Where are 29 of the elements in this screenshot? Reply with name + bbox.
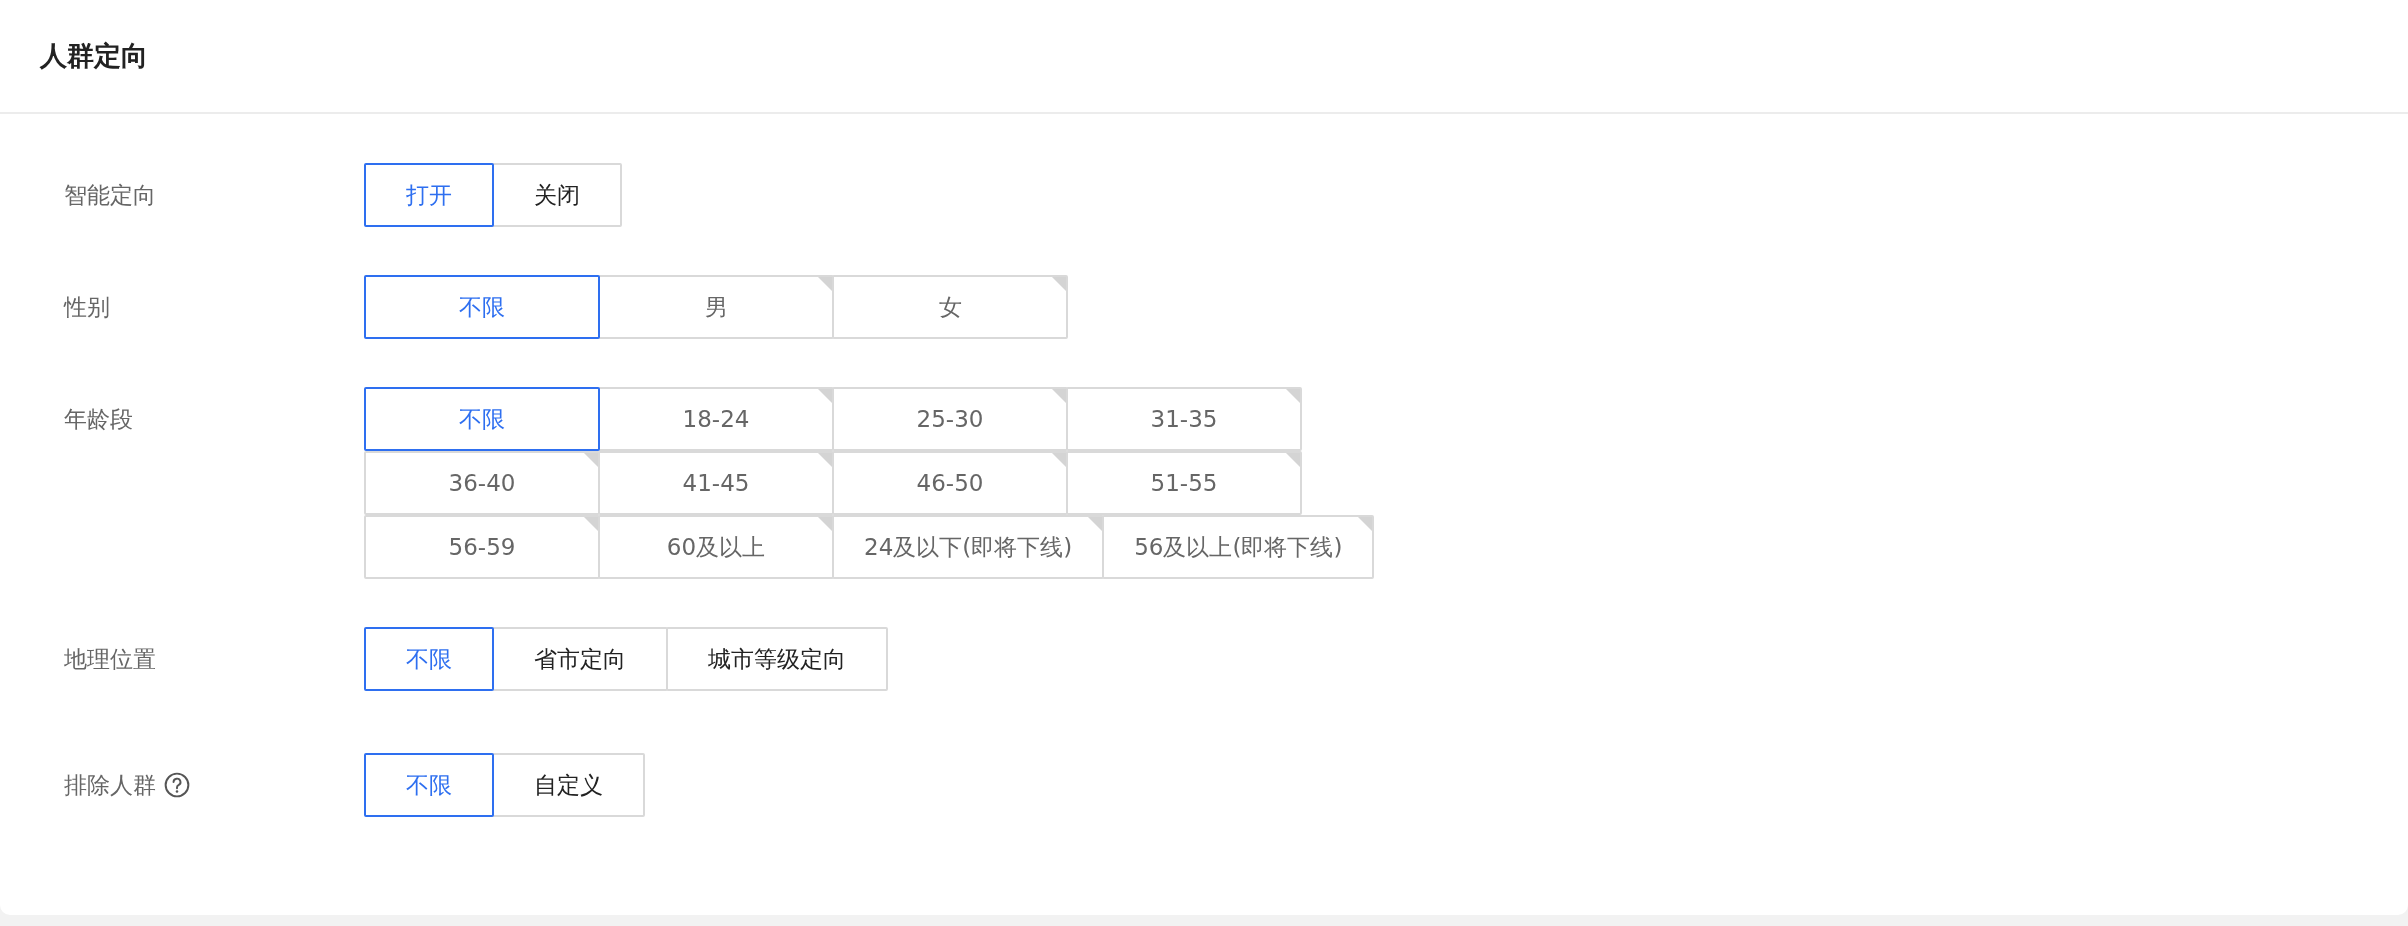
option-button[interactable]: 51-55	[1066, 451, 1302, 515]
option-button[interactable]: 自定义	[492, 753, 645, 817]
option-button[interactable]: 56-59	[364, 515, 600, 579]
field-label: 智能定向	[64, 180, 156, 210]
option-button[interactable]: 不限	[364, 275, 600, 339]
option-button[interactable]: 24及以下(即将下线)	[832, 515, 1105, 579]
option-button[interactable]: 关闭	[492, 163, 622, 227]
option-button[interactable]: 18-24	[598, 387, 834, 451]
field-label: 地理位置	[64, 644, 156, 674]
option-button[interactable]: 打开	[364, 163, 494, 227]
option-button[interactable]: 不限	[364, 627, 494, 691]
help-icon[interactable]	[164, 772, 190, 798]
option-button[interactable]: 31-35	[1066, 387, 1302, 451]
option-button[interactable]: 城市等级定向	[666, 627, 888, 691]
field-label: 年龄段	[64, 404, 133, 434]
option-button[interactable]: 女	[832, 275, 1068, 339]
option-button[interactable]: 46-50	[832, 451, 1068, 515]
option-button[interactable]: 60及以上	[598, 515, 834, 579]
field-label: 性别	[64, 292, 110, 322]
option-button[interactable]: 不限	[364, 753, 494, 817]
option-button[interactable]: 25-30	[832, 387, 1068, 451]
option-button[interactable]: 省市定向	[492, 627, 668, 691]
option-button[interactable]: 不限	[364, 387, 600, 451]
option-button[interactable]: 56及以上(即将下线)	[1102, 515, 1375, 579]
option-button[interactable]: 41-45	[598, 451, 834, 515]
option-button[interactable]: 男	[598, 275, 834, 339]
field-label: 排除人群	[64, 770, 156, 800]
option-button[interactable]: 36-40	[364, 451, 600, 515]
panel-title: 人群定向	[40, 39, 148, 73]
